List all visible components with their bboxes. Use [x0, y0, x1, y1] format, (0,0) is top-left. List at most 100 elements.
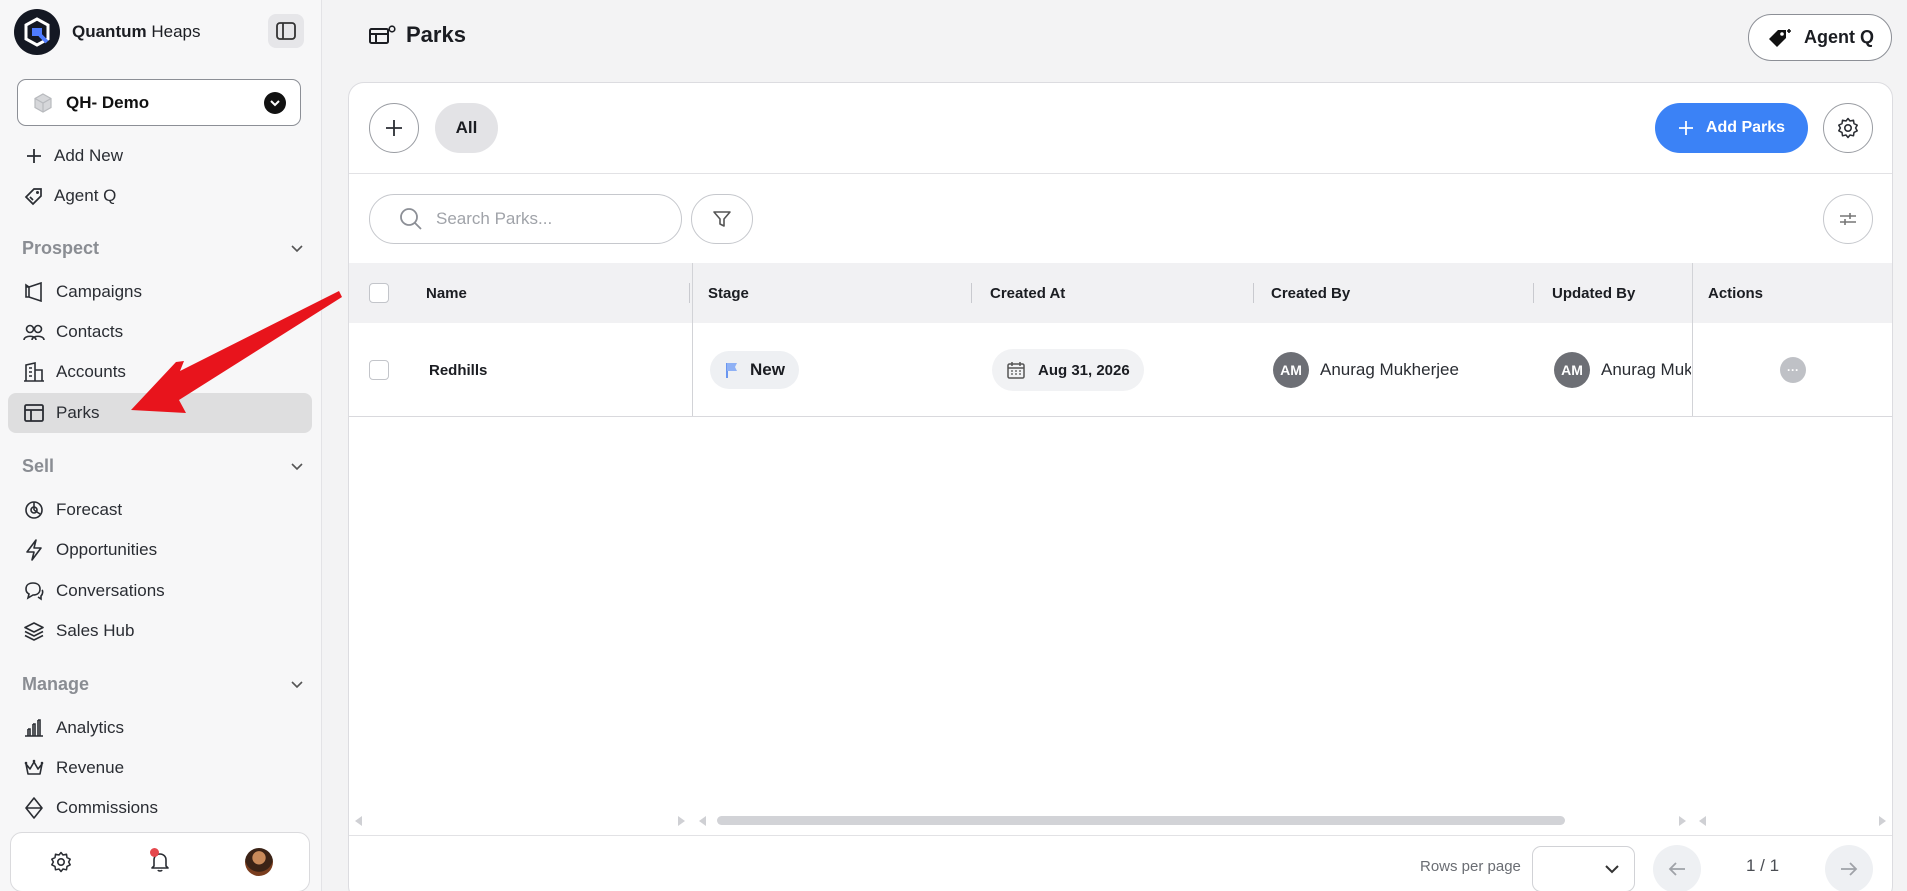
sidebar-item-label: Commissions [56, 798, 159, 817]
lightning-icon [22, 538, 46, 562]
view-toolbar: All Add Parks [349, 83, 1892, 174]
flag-icon [726, 363, 737, 378]
sidebar-item-commissions[interactable]: Commissions [8, 788, 312, 828]
cell-created-by: AM Anurag Mukherjee [1273, 352, 1459, 388]
stage-badge[interactable]: New [710, 351, 799, 389]
building-icon [22, 360, 46, 384]
scroll-left-icon[interactable] [355, 816, 362, 826]
sidebar-item-opportunities[interactable]: Opportunities [8, 530, 312, 570]
sidebar-item-label: Forecast [56, 500, 123, 519]
notifications-button[interactable] [144, 846, 176, 878]
sidebar-panel-icon [276, 22, 296, 40]
nav-label: Agent Q [54, 186, 117, 205]
chevron-down-icon [291, 244, 303, 252]
nav-add-new[interactable]: Add New [8, 136, 312, 176]
column-resizer[interactable] [689, 283, 690, 303]
filter-button[interactable] [691, 194, 753, 244]
sidebar-toggle-button[interactable] [268, 14, 304, 48]
sidebar-item-label: Conversations [56, 581, 165, 600]
search-input[interactable] [436, 209, 666, 229]
megaphone-icon [22, 280, 46, 304]
brand[interactable]: Quantum Heaps [14, 9, 200, 55]
scroll-left-icon[interactable] [699, 816, 706, 826]
select-all-checkbox[interactable] [369, 283, 389, 303]
filter-icon [713, 211, 731, 227]
agent-q-icon [1769, 28, 1791, 47]
previous-page-button[interactable] [1653, 845, 1701, 891]
sidebar-item-campaigns[interactable]: Campaigns [8, 272, 312, 312]
cell-created-at: Aug 31, 2026 [992, 349, 1144, 391]
column-resizer[interactable] [971, 283, 972, 303]
sidebar-item-label: Contacts [56, 322, 124, 341]
layers-icon [22, 619, 46, 643]
sidebar-item-conversations[interactable]: Conversations [8, 571, 312, 611]
sidebar-item-analytics[interactable]: Analytics [8, 708, 312, 748]
column-header-name[interactable]: Name [426, 263, 467, 323]
forecast-icon [22, 498, 46, 522]
quantum-heaps-logo-icon [14, 9, 60, 55]
section-sell[interactable]: Sell [22, 451, 304, 481]
crown-icon [22, 756, 46, 780]
cell-name[interactable]: Redhills [429, 323, 487, 417]
table-header: Name Stage Created At Created By Updated… [349, 263, 1892, 323]
rows-per-page-select[interactable] [1532, 846, 1635, 891]
section-title: Prospect [22, 237, 100, 258]
cell-updated-by: AM Anurag Mukherjee [1554, 352, 1691, 388]
sidebar-item-parks[interactable]: Parks [8, 393, 312, 433]
sidebar-item-sales-hub[interactable]: Sales Hub [8, 611, 312, 651]
column-header-stage[interactable]: Stage [708, 263, 749, 323]
plus-icon [386, 120, 402, 136]
plus-icon [22, 144, 46, 168]
brand-name: Quantum Heaps [72, 22, 201, 41]
add-view-button[interactable] [369, 103, 419, 153]
date-label: Aug 31, 2026 [1038, 361, 1130, 379]
section-manage[interactable]: Manage [22, 669, 304, 699]
plus-icon [1678, 121, 1693, 135]
row-checkbox[interactable] [369, 360, 389, 380]
more-actions-button[interactable]: ··· [1780, 357, 1806, 383]
next-page-button[interactable] [1825, 845, 1873, 891]
scroll-right-icon[interactable] [1679, 816, 1686, 826]
column-header-created-at[interactable]: Created At [990, 263, 1065, 323]
settings-button[interactable] [45, 846, 77, 878]
column-settings-button[interactable] [1823, 194, 1873, 244]
scroll-left-icon[interactable] [1699, 816, 1706, 826]
scroll-right-icon[interactable] [678, 816, 685, 826]
nav-agent-q[interactable]: Agent Q [8, 176, 312, 216]
user-avatar-button[interactable] [243, 846, 275, 878]
view-settings-button[interactable] [1823, 103, 1873, 153]
search-input-wrapper[interactable] [369, 194, 682, 244]
agent-q-icon [22, 184, 46, 208]
column-resizer[interactable] [1533, 283, 1534, 303]
pagination-bar: Rows per page 1 / 1 [349, 835, 1892, 891]
agent-q-label: Agent Q [1804, 27, 1874, 47]
column-resizer[interactable] [1253, 283, 1254, 303]
section-prospect[interactable]: Prospect [22, 233, 304, 263]
table-row[interactable]: Redhills New Aug 31, 2026 AM Anurag Mukh… [349, 323, 1892, 417]
scroll-right-icon[interactable] [1879, 816, 1886, 826]
cell-stage[interactable]: New [710, 351, 799, 389]
chat-icon [22, 579, 46, 603]
column-header-created-by[interactable]: Created By [1271, 263, 1350, 323]
rows-per-page-label: Rows per page [1420, 857, 1521, 875]
avatar: AM [1273, 352, 1309, 388]
page-indicator: 1 / 1 [1746, 856, 1780, 875]
workspace-name: QH- Demo [66, 92, 150, 112]
horizontal-scrollbar[interactable] [349, 813, 1892, 827]
sidebar-item-contacts[interactable]: Contacts [8, 312, 312, 352]
sidebar-item-revenue[interactable]: Revenue [8, 748, 312, 788]
gear-icon [50, 851, 71, 873]
sidebar-item-accounts[interactable]: Accounts [8, 352, 312, 392]
chevron-down-icon [264, 91, 286, 114]
view-chip-all[interactable]: All [435, 103, 498, 153]
scrollbar-thumb[interactable] [717, 816, 1565, 825]
agent-q-button[interactable]: Agent Q [1748, 14, 1892, 61]
user-chip: AM Anurag Mukherjee [1273, 352, 1459, 388]
workspace-select[interactable]: QH- Demo [17, 79, 301, 126]
sidebar-item-label: Sales Hub [56, 621, 135, 640]
sidebar-item-label: Parks [56, 403, 100, 422]
column-header-updated-by[interactable]: Updated By [1552, 263, 1635, 323]
chevron-down-icon [291, 462, 303, 470]
add-parks-button[interactable]: Add Parks [1655, 103, 1808, 153]
sidebar-item-forecast[interactable]: Forecast [8, 490, 312, 530]
